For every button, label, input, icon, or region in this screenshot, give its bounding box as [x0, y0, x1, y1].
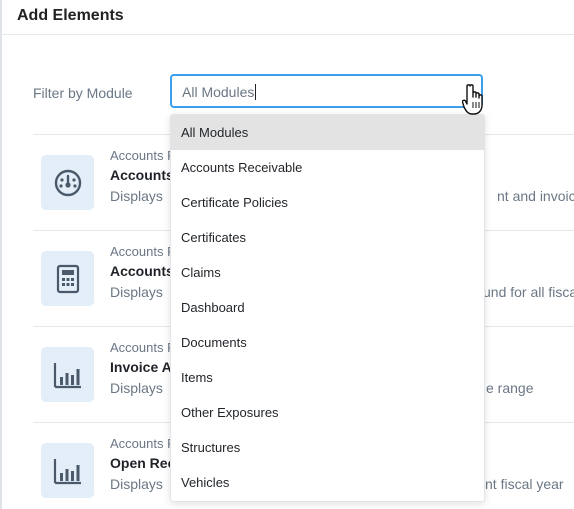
dialog-title: Add Elements [17, 7, 124, 24]
hand-cursor-icon [462, 84, 483, 115]
filter-label: Filter by Module [33, 85, 133, 101]
element-description-tail: nt fiscal year [485, 476, 564, 492]
left-border [0, 0, 2, 509]
bar-chart-icon [41, 443, 94, 498]
element-category: Accounts R [110, 436, 177, 451]
dropdown-option-certificates[interactable]: Certificates [171, 220, 484, 255]
element-title: Accounts [110, 167, 174, 183]
element-description: Displays [110, 284, 163, 300]
element-title: Invoice A [110, 359, 172, 375]
element-category: Accounts R [110, 340, 177, 355]
element-description: Displays [110, 476, 163, 492]
dropdown-option-vehicles[interactable]: Vehicles [171, 465, 484, 500]
calculator-icon [41, 251, 94, 306]
module-filter-select[interactable]: All Modules [170, 74, 483, 108]
dialog-header: Add Elements [0, 0, 574, 35]
element-description: Displays [110, 188, 163, 204]
dropdown-option-all-modules[interactable]: All Modules [171, 115, 484, 150]
element-description-tail: e range [486, 380, 534, 396]
element-title: Accounts [110, 263, 174, 279]
module-filter-value: All Modules [182, 84, 257, 100]
dropdown-option-dashboard[interactable]: Dashboard [171, 290, 484, 325]
speedometer-icon [41, 155, 94, 210]
bar-chart-icon [41, 347, 94, 402]
element-description-tail: nt and invoices [497, 188, 574, 204]
element-category: Accounts R [110, 148, 177, 163]
dropdown-option-certificate-policies[interactable]: Certificate Policies [171, 185, 484, 220]
dropdown-option-accounts-receivable[interactable]: Accounts Receivable [171, 150, 484, 185]
dropdown-option-structures[interactable]: Structures [171, 430, 484, 465]
dropdown-option-other-exposures[interactable]: Other Exposures [171, 395, 484, 430]
dropdown-option-claims[interactable]: Claims [171, 255, 484, 290]
element-description: Displays [110, 380, 163, 396]
element-category: Accounts R [110, 244, 177, 259]
dropdown-option-items[interactable]: Items [171, 360, 484, 395]
module-dropdown-list: All Modules Accounts Receivable Certific… [170, 114, 485, 502]
element-description-tail: und for all fisca [483, 284, 574, 300]
element-title: Open Rec [110, 455, 176, 471]
dropdown-option-documents[interactable]: Documents [171, 325, 484, 360]
